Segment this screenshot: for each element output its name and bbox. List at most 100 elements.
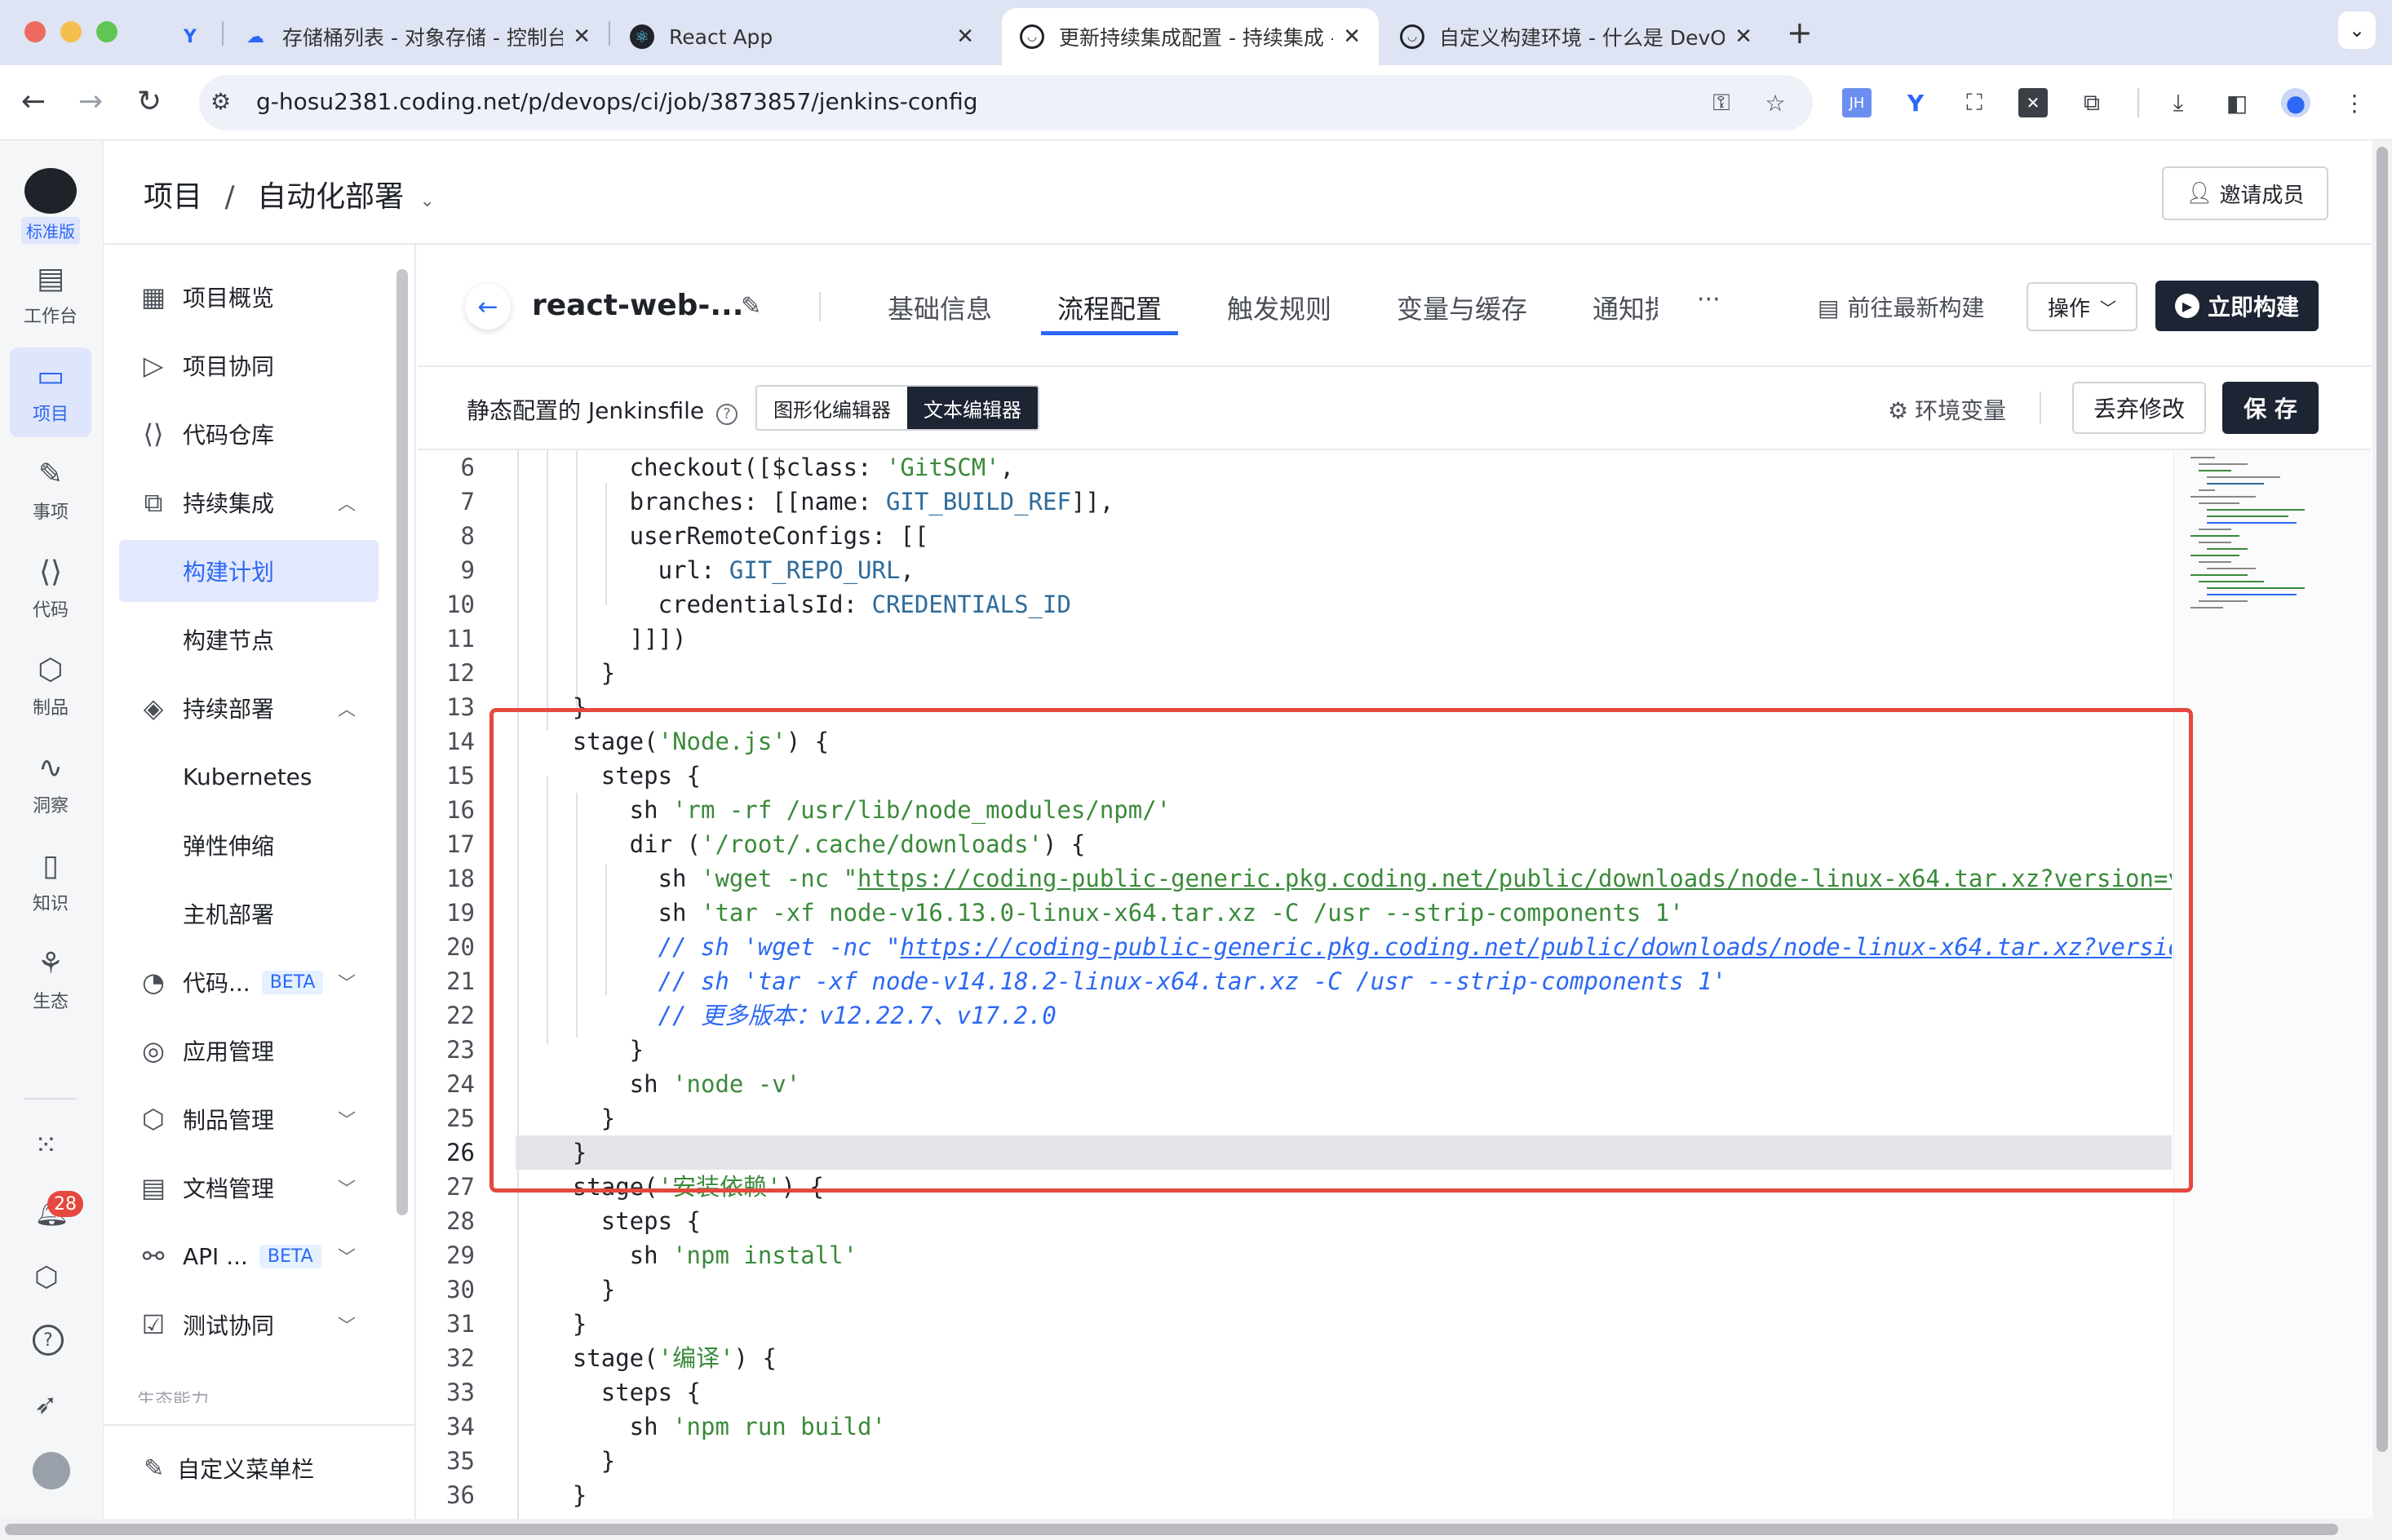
build-now-button[interactable]: ▶ 立即构建: [2155, 281, 2319, 331]
extension-jh-icon[interactable]: JH: [1842, 88, 1872, 117]
window-close-button[interactable]: [24, 21, 46, 42]
grid-icon: ▦: [140, 281, 166, 312]
sidebar-item-artifact-management[interactable]: ⬡ 制品管理 ﹀: [119, 1088, 379, 1150]
back-arrow-icon[interactable]: ←: [21, 85, 46, 118]
tab-list-chevron-icon[interactable]: ⌄: [2338, 11, 2376, 49]
rail-item-code[interactable]: ⟨⟩ 代码: [10, 543, 91, 633]
more-tabs-icon[interactable]: ···: [1697, 285, 1721, 314]
back-arrow-icon[interactable]: ←: [465, 284, 511, 330]
scrollbar-thumb[interactable]: [5, 1524, 2338, 1535]
operations-dropdown[interactable]: 操作 ﹀: [2027, 282, 2137, 331]
rail-item-artifacts[interactable]: ⬡ 制品: [10, 641, 91, 731]
breadcrumb-projects[interactable]: 项目: [144, 180, 202, 214]
browser-tab-custom-env[interactable]: ◡ 自定义构建环境 - 什么是 DevOps ✕: [1382, 8, 1770, 65]
breadcrumb-separator: /: [224, 180, 235, 214]
close-tab-icon[interactable]: ✕: [1343, 24, 1361, 49]
code-minimap[interactable]: [2173, 450, 2372, 1522]
tab-trigger-rules[interactable]: 触发规则: [1227, 289, 1331, 326]
graphic-editor-option[interactable]: 图形化编辑器: [757, 387, 907, 429]
sidebar-item-host-deploy[interactable]: 主机部署: [119, 883, 379, 945]
side-panel-icon[interactable]: ◧: [2222, 88, 2252, 117]
sidebar-item-code-scan[interactable]: ◔ 代码... BETA ﹀: [119, 951, 379, 1013]
sidebar-item-testing[interactable]: ☑ 测试协同 ﹀: [119, 1294, 379, 1356]
browser-tab-pinned[interactable]: Y: [160, 8, 217, 65]
close-tab-icon[interactable]: ✕: [573, 24, 591, 49]
job-name: react-web-...: [532, 289, 744, 322]
line-number: 21: [446, 967, 475, 995]
sidebar-item-app-management[interactable]: ◎ 应用管理: [119, 1020, 379, 1082]
save-button[interactable]: 保 存: [2222, 382, 2319, 434]
rail-item-projects[interactable]: ▭ 项目: [10, 347, 91, 437]
invite-member-button[interactable]: 👤︎ 邀请成员: [2162, 166, 2328, 220]
page-horizontal-scrollbar[interactable]: [0, 1519, 2372, 1540]
sidebar-item-build-nodes[interactable]: 构建节点: [119, 608, 379, 670]
code-line: }: [516, 1276, 616, 1303]
screenshot-icon[interactable]: ⛶: [1960, 88, 1989, 117]
help-circle-icon[interactable]: ?: [716, 403, 738, 425]
rocket-icon[interactable]: ➶: [34, 1388, 58, 1421]
new-tab-icon[interactable]: +: [1787, 15, 1813, 51]
scrollbar-thumb[interactable]: [2376, 147, 2388, 1452]
sidebar-item-api[interactable]: ⚯ API ... BETA ﹀: [119, 1225, 379, 1287]
url-text[interactable]: g-hosu2381.coding.net/p/devops/ci/job/38…: [256, 88, 978, 115]
close-tab-icon[interactable]: ✕: [956, 24, 974, 49]
rail-item-wiki[interactable]: ▯ 知识: [10, 837, 91, 927]
bookmark-star-icon[interactable]: ☆: [1761, 88, 1790, 117]
tab-vars-cache[interactable]: 变量与缓存: [1397, 289, 1527, 326]
sidebar-item-build-plan[interactable]: 构建计划: [119, 540, 379, 602]
forward-arrow-icon[interactable]: →: [78, 85, 103, 118]
sidebar-scrollbar[interactable]: [396, 269, 408, 1215]
browser-tab-react[interactable]: ⚛ React App ✕: [612, 8, 992, 65]
text-editor-option[interactable]: 文本编辑器: [907, 387, 1038, 429]
sidebar-item-collaboration[interactable]: ▷ 项目协同: [119, 334, 379, 396]
sidebar-item-repo[interactable]: ⟨⟩ 代码仓库: [119, 403, 379, 465]
add-user-icon: 👤︎: [2186, 181, 2213, 206]
tab-notifications[interactable]: 通知提: [1592, 289, 1658, 326]
env-vars-button[interactable]: ⚙ 环境变量: [1888, 393, 2006, 426]
rail-item-workbench[interactable]: ▤ 工作台: [10, 250, 91, 339]
browser-tab-storage[interactable]: ☁ 存储桶列表 - 对象存储 - 控制台 ✕: [225, 8, 609, 65]
extension-x-icon[interactable]: ✕: [2018, 88, 2048, 117]
gauge-icon: ◔: [142, 967, 165, 998]
tab-basic-info[interactable]: 基础信息: [888, 289, 992, 326]
site-settings-icon[interactable]: ⚙: [210, 88, 231, 115]
hexagon-settings-icon[interactable]: ⬡: [34, 1261, 59, 1294]
line-number: 31: [446, 1310, 475, 1338]
go-latest-build-link[interactable]: ▤ 前往最新构建: [1818, 290, 1984, 323]
sidebar-item-overview[interactable]: ▦ 项目概览: [119, 266, 379, 328]
line-number: 13: [446, 693, 475, 721]
static-config-label: 静态配置的 Jenkinsfile ?: [467, 393, 738, 426]
close-tab-icon[interactable]: ✕: [1734, 24, 1752, 49]
sidebar-item-cd[interactable]: ◈ 持续部署 ︿: [119, 677, 379, 739]
extensions-puzzle-icon[interactable]: ⧉: [2077, 88, 2106, 117]
edit-icon[interactable]: ✎: [741, 292, 761, 321]
password-key-icon[interactable]: ⚿: [1707, 88, 1736, 117]
tab-pipeline-config[interactable]: 流程配置: [1057, 289, 1162, 326]
rail-item-issues[interactable]: ✎ 事项: [10, 445, 91, 535]
extension-y-icon[interactable]: Y: [1901, 88, 1930, 117]
sidebar-item-docs[interactable]: ▤ 文档管理 ﹀: [119, 1157, 379, 1219]
reload-icon[interactable]: ↻: [137, 85, 162, 118]
line-number: 34: [446, 1413, 475, 1440]
rail-item-ecosystem[interactable]: ⚘ 生态: [10, 935, 91, 1024]
window-maximize-button[interactable]: [96, 21, 117, 42]
rail-item-insight[interactable]: ∿ 洞察: [10, 739, 91, 829]
sidebar-item-ci[interactable]: ⧉ 持续集成 ︿: [119, 471, 379, 533]
sidebar-item-autoscaling[interactable]: 弹性伸缩: [119, 814, 379, 876]
customize-menu-button[interactable]: ✎ 自定义菜单栏: [144, 1452, 314, 1485]
page-vertical-scrollbar[interactable]: [2372, 140, 2392, 1540]
coding-logo-icon[interactable]: [24, 168, 77, 214]
help-icon[interactable]: ?: [33, 1325, 64, 1356]
editor-mode-switch: 图形化编辑器 文本编辑器: [755, 385, 1039, 431]
discard-changes-button[interactable]: 丢弃修改: [2072, 382, 2206, 434]
user-avatar[interactable]: [33, 1452, 70, 1489]
sidebar-item-kubernetes[interactable]: Kubernetes: [119, 746, 379, 808]
browser-menu-icon[interactable]: ⋮: [2340, 88, 2369, 117]
chevron-down-icon[interactable]: ⌄: [420, 191, 435, 211]
profile-avatar-icon[interactable]: ●: [2281, 88, 2310, 117]
download-icon[interactable]: ⤓: [2164, 88, 2193, 117]
window-minimize-button[interactable]: [60, 21, 82, 42]
breadcrumb-project-name[interactable]: 自动化部署: [257, 180, 404, 214]
browser-tab-ci-config[interactable]: ◡ 更新持续集成配置 - 持续集成 - ✕: [1002, 8, 1379, 65]
apps-grid-icon[interactable]: ⁙: [34, 1129, 58, 1162]
